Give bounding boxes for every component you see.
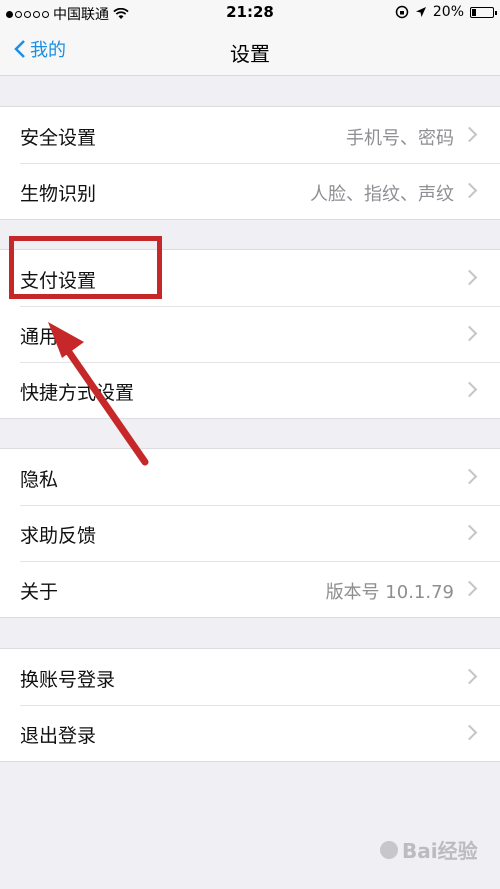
baidu-paw-icon <box>380 840 398 859</box>
watermark: Bai经验 <box>380 835 478 864</box>
annotation-arrow-icon <box>48 322 149 466</box>
watermark-text: Bai经验 <box>402 839 478 863</box>
